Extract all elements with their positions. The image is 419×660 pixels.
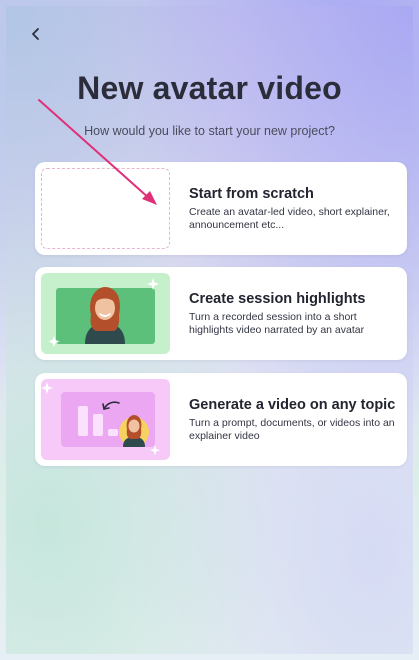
blank-thumbnail — [41, 168, 170, 249]
option-heading: Create session highlights — [189, 291, 366, 307]
highlights-thumbnail — [41, 273, 170, 354]
back-button[interactable] — [26, 24, 46, 44]
option-heading: Generate a video on any topic — [189, 397, 396, 413]
page-title: New avatar video — [77, 70, 342, 106]
chevron-left-icon — [32, 28, 39, 40]
option-description: Turn a prompt, documents, or videos into… — [189, 417, 395, 442]
option-description: Create an avatar-led video, short explai… — [189, 206, 390, 231]
option-session-highlights[interactable]: Create session highlights Turn a recorde… — [35, 267, 407, 360]
page-subtitle: How would you like to start your new pro… — [84, 124, 335, 138]
option-heading: Start from scratch — [189, 186, 314, 202]
option-start-from-scratch[interactable]: Start from scratch Create an avatar-led … — [35, 162, 407, 255]
option-description: Turn a recorded session into a short hig… — [189, 311, 365, 336]
option-generate-any-topic[interactable]: Generate a video on any topic Turn a pro… — [35, 373, 407, 466]
app-screen: New avatar video How would you like to s… — [6, 6, 413, 654]
topic-thumbnail — [41, 379, 170, 460]
